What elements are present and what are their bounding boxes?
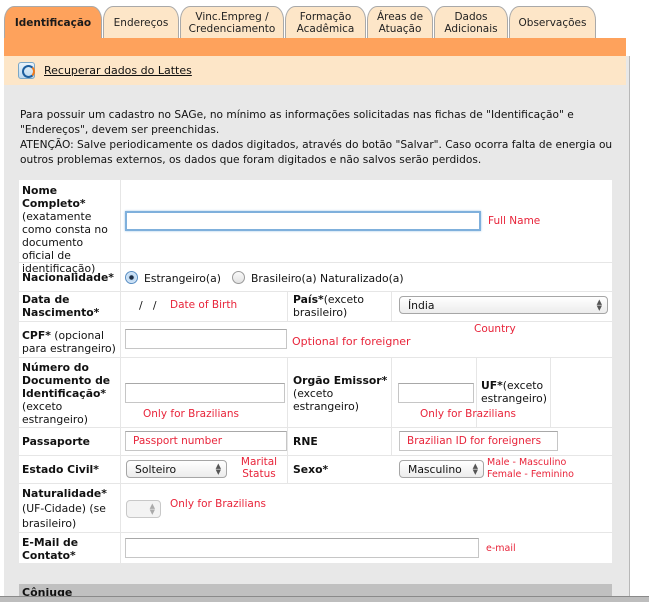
estado-civil-hint: Marital Status (240, 456, 278, 480)
sexo-hint: Male - Masculino Female - Feminino (487, 457, 574, 480)
cpf-label: CPF* (opcional para estrangeiro) (22, 329, 116, 355)
uf-hint: Only for Brazilians (420, 408, 516, 420)
email-hint: e-mail (486, 543, 516, 554)
lattes-bar: Recuperar dados do Lattes (4, 56, 626, 85)
rne-label: RNE (293, 435, 318, 448)
uf-label: UF*(exceto estrangeiro) (481, 379, 547, 405)
naturalidade-select[interactable]: ▲ ▼ (126, 500, 161, 518)
tab-label: Dados Adicionais (444, 10, 498, 35)
select-arrows-icon: ▲ ▼ (149, 502, 155, 516)
tab-areas[interactable]: Áreas de Atuação (367, 6, 433, 38)
nome-completo-input[interactable] (125, 211, 481, 231)
estado-civil-select[interactable]: Solteiro ▲ ▼ (126, 460, 227, 478)
tab-observacoes[interactable]: Observações (509, 6, 596, 38)
tab-formacao[interactable]: Formação Acadêmica (285, 6, 366, 38)
rne-input[interactable]: Brazilian ID for foreigners (399, 431, 558, 451)
naturalidade-label: Naturalidade* (UF-Cidade) (se brasileiro) (22, 487, 107, 530)
documento-hint: Only for Brazilians (143, 408, 239, 420)
select-arrows-icon: ▲ ▼ (596, 298, 602, 312)
data-nascimento-input[interactable]: / / (139, 299, 157, 312)
identification-form: Nome Completo* (exatamente como consta no… (19, 180, 612, 563)
sexo-label: Sexo* (293, 463, 329, 476)
select-arrows-icon: ▲ ▼ (472, 462, 478, 476)
nascimento-hint: Date of Birth (170, 299, 238, 311)
intro-text: Para possuir um cadastro no SAGe, no mín… (20, 108, 615, 168)
tab-label: Vinc.Empreg / Credenciamento (188, 10, 276, 35)
tab-label: Endereços (113, 16, 169, 29)
pais-select[interactable]: Índia ▲ ▼ (399, 296, 608, 314)
tab-dados-adicionais[interactable]: Dados Adicionais (434, 6, 508, 38)
tab-label: Formação Acadêmica (296, 10, 355, 35)
cpf-hint: Optional for foreigner (292, 335, 411, 348)
documento-label: Número do Documento de Identificação* (ex… (22, 361, 111, 426)
tab-label: Áreas de Atuação (376, 10, 424, 35)
tab-underline-bar (4, 38, 626, 56)
orgao-emissor-input[interactable] (398, 383, 474, 403)
documento-input[interactable] (125, 383, 285, 403)
pais-hint: Country (474, 323, 516, 335)
orgao-label: Orgão Emissor* (exceto estrangeiro) (293, 374, 388, 413)
radio-estrangeiro-label: Estrangeiro(a) (144, 272, 221, 285)
pais-label: País*(exceto brasileiro) (293, 293, 364, 319)
sexo-select[interactable]: Masculino ▲ ▼ (399, 460, 484, 478)
tab-vinc-empreg[interactable]: Vinc.Empreg / Credenciamento (180, 6, 284, 38)
nome-label: Nome Completo* (exatamente como consta no… (22, 184, 108, 275)
passaporte-label: Passaporte (22, 435, 91, 448)
pais-selected: Índia (408, 298, 435, 312)
radio-brasileiro-label: Brasileiro(a) Naturalizado(a) (251, 272, 404, 285)
estado-civil-label: Estado Civil* (22, 463, 99, 476)
intro-required-info: Para possuir um cadastro no SAGe, no mín… (20, 109, 574, 136)
passaporte-input[interactable]: Passport number (125, 431, 287, 451)
recuperar-lattes-link[interactable]: Recuperar dados do Lattes (44, 64, 192, 77)
radio-estrangeiro[interactable] (125, 271, 138, 284)
nascimento-label: Data de Nascimento* (22, 293, 100, 319)
tab-identificacao[interactable]: Identificação (4, 6, 102, 39)
intro-warning: ATENÇÃO: Salve periodicamente os dados d… (20, 139, 613, 166)
cpf-input[interactable] (125, 329, 287, 349)
naturalidade-hint: Only for Brazilians (170, 498, 266, 510)
tab-label: Observações (518, 16, 587, 29)
tab-enderecos[interactable]: Endereços (103, 6, 179, 38)
sexo-selected: Masculino (408, 462, 462, 476)
radio-brasileiro-naturalizado[interactable] (232, 271, 245, 284)
lattes-logo-icon (18, 62, 35, 79)
email-label: E-Mail de Contato* (22, 536, 79, 562)
estado-civil-selected: Solteiro (135, 462, 177, 476)
window-bottom-bar (0, 596, 649, 602)
tab-label: Identificação (14, 17, 92, 29)
email-input[interactable] (125, 538, 479, 558)
nome-hint: Full Name (488, 215, 541, 227)
nacionalidade-label: Nacionalidade* (22, 271, 114, 284)
select-arrows-icon: ▲ ▼ (215, 462, 221, 476)
